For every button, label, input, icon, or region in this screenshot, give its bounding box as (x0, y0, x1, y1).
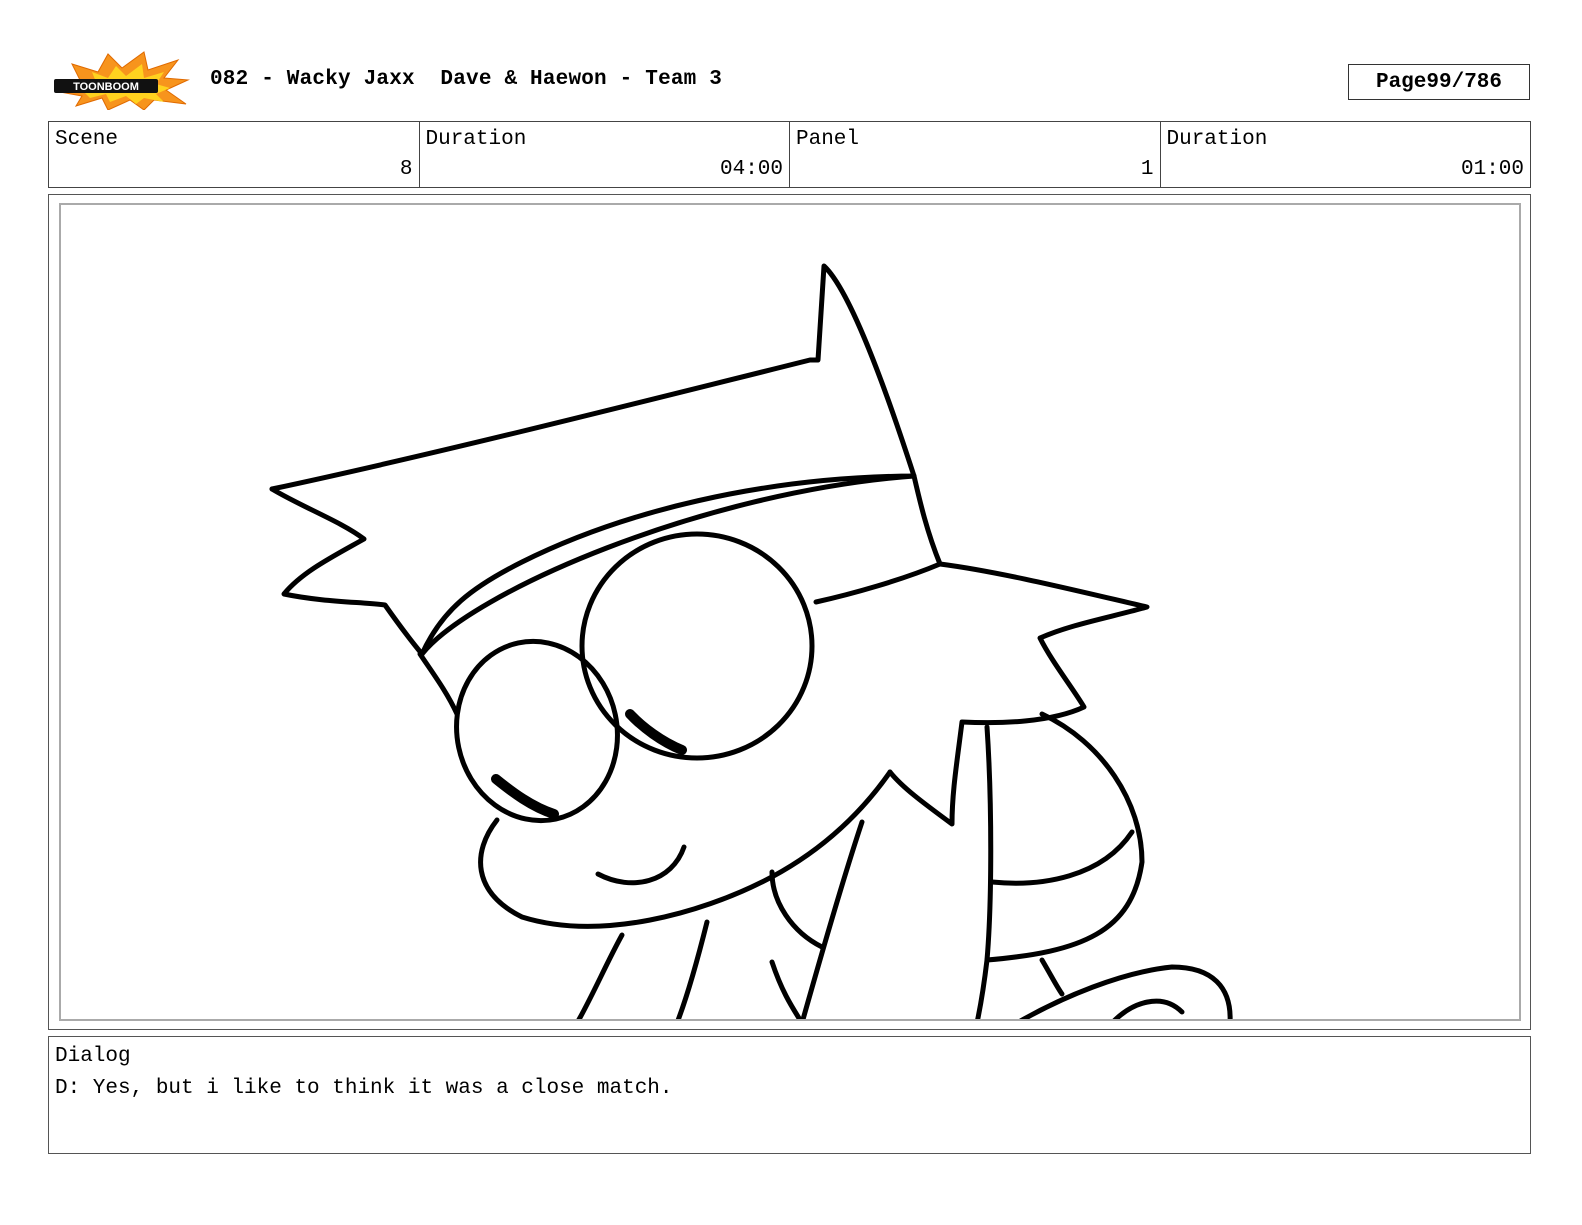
torso-line-3 (769, 959, 803, 1019)
arm-inner (984, 724, 994, 963)
scene-info-table: Scene 8 Duration 04:00 Panel 1 Duration … (48, 121, 1531, 188)
dialog-text: D: Yes, but i like to think it was a clo… (55, 1077, 673, 1100)
hat-band (419, 473, 917, 657)
sketch-character-icon (269, 263, 1233, 1019)
panel-duration-value: 01:00 (1460, 158, 1524, 181)
dialog-label: Dialog (55, 1045, 131, 1068)
scene-label: Scene (55, 128, 119, 151)
torso-line-2 (769, 869, 825, 950)
hat-brim-left (269, 486, 425, 657)
panel-cell: Panel 1 (790, 122, 1161, 187)
page-number: 99/786 (1426, 70, 1503, 94)
scene-duration-label: Duration (425, 128, 527, 151)
scene-value: 8 (399, 158, 413, 181)
logo-text: TOONBOOM (73, 81, 139, 93)
panel-duration-label: Duration (1166, 128, 1268, 151)
scene-duration-cell: Duration 04:00 (420, 122, 790, 187)
dialog-box: Dialog D: Yes, but i like to think it wa… (48, 1036, 1531, 1154)
toonboom-logo: TOONBOOM (52, 50, 190, 111)
head-left (417, 651, 460, 717)
leg-line (1039, 957, 1065, 997)
hair-right (887, 561, 1150, 827)
torso-left (576, 932, 625, 1019)
storyboard-panel (59, 203, 1521, 1021)
scene-cell: Scene 8 (49, 122, 420, 187)
arm-right (975, 711, 1145, 1019)
page-label: Page (1375, 70, 1427, 94)
mouth (595, 844, 687, 886)
page-title: 082 - Wacky Jaxx Dave & Haewon - Team 3 (210, 68, 723, 91)
panel-label: Panel (796, 128, 860, 151)
tail-inner (1112, 998, 1185, 1019)
panel-duration-cell: Duration 01:00 (1161, 122, 1531, 187)
arm-cuff (989, 829, 1135, 886)
hat-right (813, 473, 943, 605)
panel-value: 1 (1140, 158, 1154, 181)
torso-mid (675, 919, 710, 1019)
page-indicator: Page 99/786 (1348, 64, 1530, 100)
scene-duration-value: 04:00 (719, 158, 783, 181)
